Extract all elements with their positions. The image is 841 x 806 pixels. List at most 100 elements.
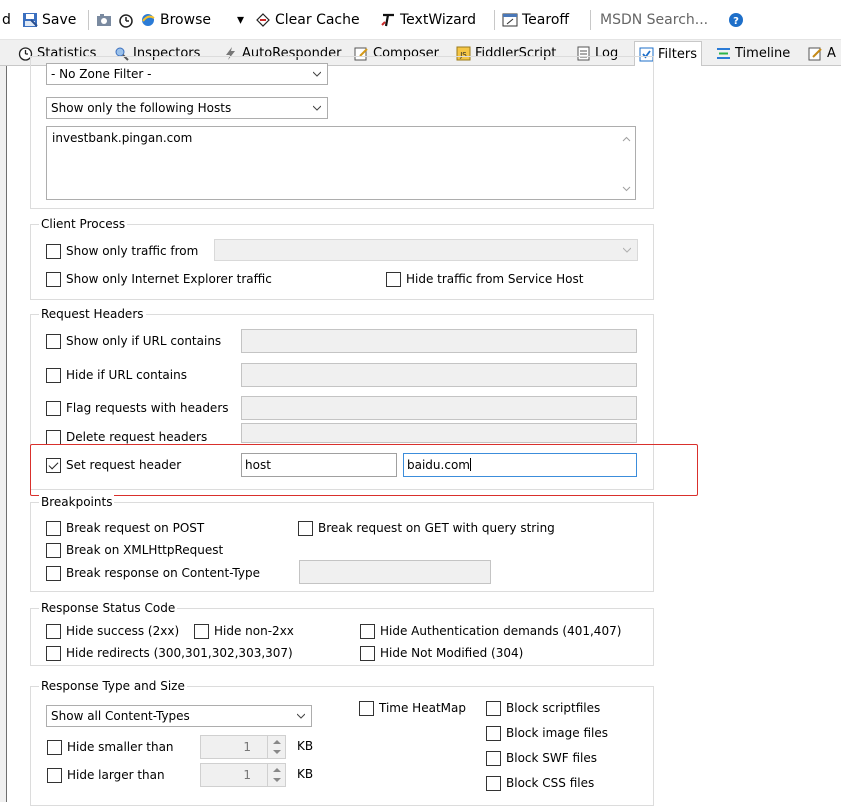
host-filter-select[interactable]: Show only the following Hosts	[46, 97, 328, 119]
checkbox[interactable]	[46, 367, 61, 383]
url-contains-checkbox[interactable]: Show only if URL contains	[46, 333, 221, 349]
hosts-group: - No Zone Filter - Show only the followi…	[30, 56, 654, 209]
hide-url-input[interactable]	[241, 363, 637, 387]
vertical-scrollbar[interactable]	[618, 127, 635, 199]
delete-headers-input[interactable]	[241, 423, 637, 443]
stepper-arrows-icon[interactable]	[268, 764, 286, 786]
scroll-down-icon[interactable]	[622, 184, 631, 193]
block-image-checkbox[interactable]: Block image files	[486, 725, 608, 741]
chevron-down-icon	[313, 105, 321, 111]
tab-overflow[interactable]: A	[804, 42, 840, 65]
flag-requests-checkbox[interactable]: Flag requests with headers	[46, 400, 229, 416]
checkbox[interactable]	[359, 700, 374, 716]
group-title: Request Headers	[39, 307, 146, 321]
show-only-ie-checkbox[interactable]: Show only Internet Explorer traffic	[46, 271, 272, 287]
host-list-textarea[interactable]: investbank.pingan.com	[46, 126, 636, 200]
breakpoints-group: Breakpoints Break request on POST Break …	[30, 495, 654, 592]
textwizard-button[interactable]: TextWizard	[380, 10, 476, 30]
clear-cache-button[interactable]: Clear Cache	[255, 10, 360, 30]
hide-larger-stepper[interactable]: 1	[200, 763, 286, 787]
timer-button[interactable]	[118, 10, 138, 30]
hide-not-modified-checkbox[interactable]: Hide Not Modified (304)	[360, 645, 523, 661]
checkbox[interactable]	[486, 775, 501, 791]
text-t-icon	[380, 12, 396, 28]
response-status-group: Response Status Code Hide success (2xx) …	[30, 601, 654, 666]
tearoff-button[interactable]: Tearoff	[502, 10, 569, 30]
hide-smaller-checkbox[interactable]: Hide smaller than	[47, 739, 174, 755]
tearoff-icon	[502, 12, 518, 28]
checkbox[interactable]	[46, 542, 61, 558]
checkbox[interactable]	[46, 623, 61, 639]
checkbox[interactable]	[46, 429, 61, 445]
hide-service-host-checkbox[interactable]: Hide traffic from Service Host	[386, 271, 583, 287]
toolbar-separator	[88, 10, 89, 30]
filters-panel: - No Zone Filter - Show only the followi…	[8, 56, 841, 806]
block-script-checkbox[interactable]: Block scriptfiles	[486, 700, 600, 716]
checkbox[interactable]	[46, 520, 61, 536]
toolbar-partial-label: d	[2, 12, 11, 28]
checkbox[interactable]	[360, 623, 375, 639]
url-contains-input[interactable]	[241, 329, 637, 353]
block-swf-checkbox[interactable]: Block SWF files	[486, 750, 597, 766]
splitter-strip[interactable]	[0, 66, 7, 802]
checkbox[interactable]	[46, 565, 61, 581]
checkbox[interactable]	[486, 750, 501, 766]
checkbox[interactable]	[46, 333, 61, 349]
save-icon	[22, 12, 38, 28]
save-button[interactable]: Save	[22, 10, 76, 30]
tab-timeline[interactable]: Timeline	[712, 42, 794, 65]
checkbox[interactable]	[46, 271, 61, 287]
browse-button[interactable]: Browse	[140, 10, 211, 30]
hide-auth-checkbox[interactable]: Hide Authentication demands (401,407)	[360, 623, 621, 639]
hide-url-contains-checkbox[interactable]: Hide if URL contains	[46, 367, 187, 383]
checkbox[interactable]	[47, 739, 62, 755]
process-select[interactable]	[214, 239, 638, 261]
toolbar-separator	[494, 10, 495, 30]
zone-filter-select[interactable]: - No Zone Filter -	[46, 63, 328, 85]
response-type-group: Response Type and Size Show all Content-…	[30, 679, 654, 806]
pencil-icon	[808, 46, 823, 61]
checkbox[interactable]	[386, 271, 401, 287]
checkbox[interactable]	[486, 725, 501, 741]
stepper-arrows-icon[interactable]	[268, 736, 286, 758]
time-heatmap-checkbox[interactable]: Time HeatMap	[359, 700, 466, 716]
checkbox[interactable]	[46, 243, 61, 259]
hide-success-checkbox[interactable]: Hide success (2xx)	[46, 623, 179, 639]
hide-non2xx-checkbox[interactable]: Hide non-2xx	[194, 623, 294, 639]
checkbox[interactable]	[194, 623, 209, 639]
checkbox[interactable]	[360, 645, 375, 661]
checkbox[interactable]	[298, 520, 313, 536]
browser-icon	[140, 12, 156, 28]
unit-label: KB	[297, 767, 314, 781]
set-header-checkbox[interactable]: Set request header	[46, 457, 181, 473]
screenshot-button[interactable]	[96, 10, 116, 30]
break-post-checkbox[interactable]: Break request on POST	[46, 520, 204, 536]
header-name-input[interactable]: host	[241, 453, 397, 477]
help-button[interactable]: ?	[728, 10, 748, 30]
checkbox[interactable]	[47, 767, 62, 783]
checkbox[interactable]	[46, 400, 61, 416]
header-value-input[interactable]: baidu.com	[403, 453, 637, 477]
request-headers-group: Request Headers Show only if URL contain…	[30, 307, 654, 490]
break-get-checkbox[interactable]: Break request on GET with query string	[298, 520, 555, 536]
flag-headers-input[interactable]	[241, 396, 637, 420]
checkbox-checked[interactable]	[46, 457, 61, 473]
break-content-type-checkbox[interactable]: Break response on Content-Type	[46, 565, 260, 581]
stepper-buttons[interactable]	[267, 736, 285, 758]
chevron-down-icon	[297, 713, 305, 719]
content-type-input[interactable]	[299, 560, 491, 584]
hide-larger-checkbox[interactable]: Hide larger than	[47, 767, 165, 783]
break-xhr-checkbox[interactable]: Break on XMLHttpRequest	[46, 542, 223, 558]
content-type-select[interactable]: Show all Content-Types	[46, 705, 312, 727]
scroll-up-icon[interactable]	[622, 135, 631, 144]
stepper-buttons[interactable]	[267, 764, 285, 786]
checkbox[interactable]	[486, 700, 501, 716]
delete-headers-checkbox[interactable]: Delete request headers	[46, 429, 207, 445]
hide-redirects-checkbox[interactable]: Hide redirects (300,301,302,303,307)	[46, 645, 293, 661]
hide-smaller-stepper[interactable]: 1	[200, 735, 286, 759]
browse-dropdown-arrow[interactable]: ▾	[237, 10, 244, 30]
msdn-search-input[interactable]: MSDN Search...	[600, 10, 708, 30]
show-only-traffic-from-checkbox[interactable]: Show only traffic from	[46, 243, 198, 259]
block-css-checkbox[interactable]: Block CSS files	[486, 775, 594, 791]
checkbox[interactable]	[46, 645, 61, 661]
